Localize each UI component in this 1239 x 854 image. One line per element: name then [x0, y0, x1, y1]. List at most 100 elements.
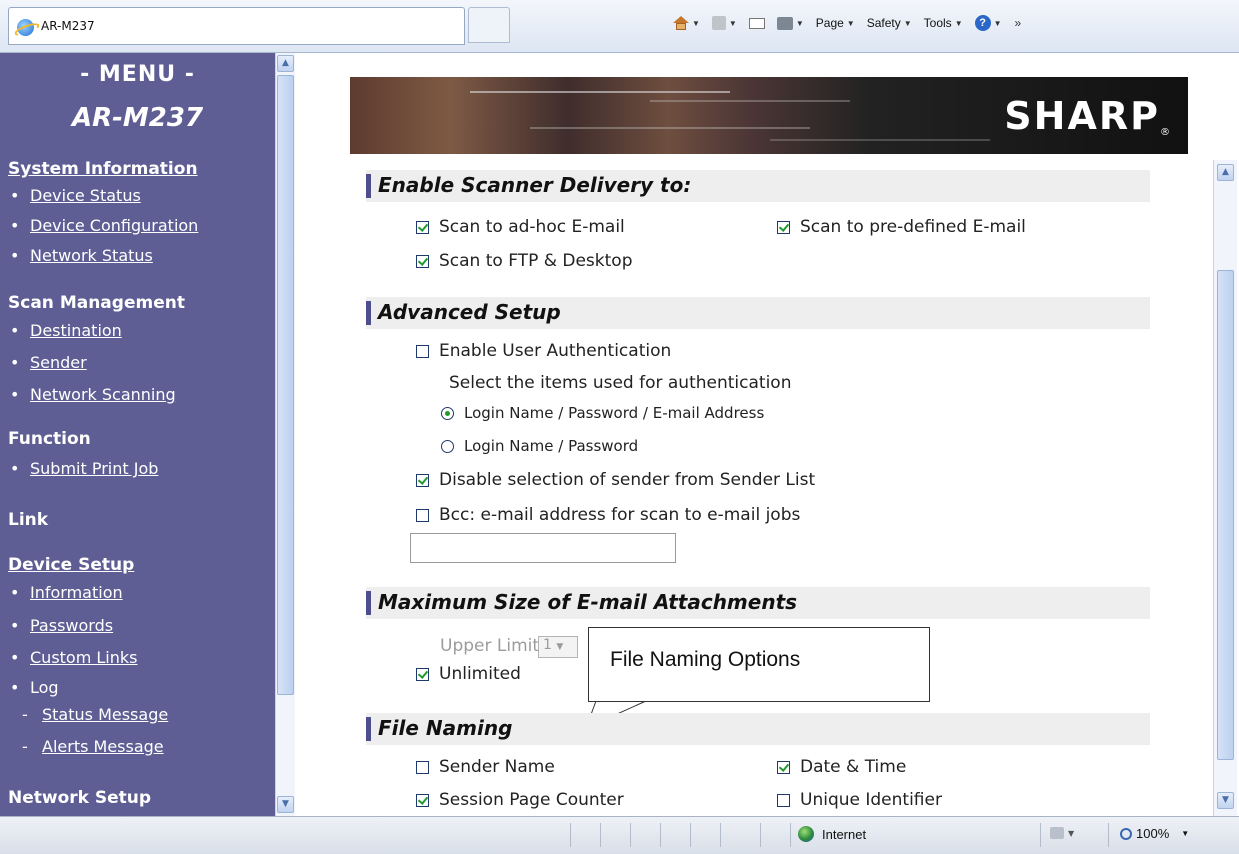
auth-option-2-radio[interactable]: [441, 439, 454, 453]
registered-mark: ®: [1160, 127, 1172, 138]
tools-menu[interactable]: Tools ▼: [921, 14, 966, 32]
upper-limit-select[interactable]: 1 ▼: [538, 636, 578, 658]
browser-tab[interactable]: AR-M237: [8, 7, 465, 45]
main-scrollbar[interactable]: ▲ ▼: [1213, 160, 1237, 816]
unlimited-checkbox[interactable]: [416, 667, 429, 681]
print-button[interactable]: ▼: [774, 15, 807, 32]
sidebar-item-status-message[interactable]: - Status Message: [22, 705, 168, 724]
sidebar-item-label: Information: [30, 583, 123, 602]
scroll-down-icon[interactable]: ▼: [277, 796, 294, 813]
browser-toolbar: AR-M237 ▼ ▼ ▼ Page ▼ Safety ▼ Tools ▼ ? ▼ »: [0, 0, 1239, 53]
sidebar-section-scan-management: Scan Management: [8, 293, 185, 313]
sidebar-section-device-setup[interactable]: Device Setup: [8, 555, 134, 575]
zoom-level-button[interactable]: 100% ▼: [1120, 826, 1189, 841]
sidebar-item-sender[interactable]: • Sender: [10, 353, 87, 372]
sender-name-option[interactable]: Sender Name: [416, 757, 555, 777]
session-page-counter-option[interactable]: Session Page Counter: [416, 790, 624, 810]
protected-mode-button[interactable]: ▼: [1050, 827, 1074, 839]
page-menu[interactable]: Page ▼: [813, 14, 858, 32]
section-header-scanner-delivery: Enable Scanner Delivery to:: [366, 170, 1150, 202]
sidebar-item-label: Log: [30, 678, 59, 697]
user-authentication-option[interactable]: Enable User Authentication: [416, 341, 671, 361]
bcc-email-input[interactable]: [410, 533, 676, 563]
brand-text: SHARP: [1004, 94, 1160, 138]
section-title: File Naming: [378, 716, 513, 740]
sharp-banner: SHARP®: [350, 77, 1188, 154]
sidebar-item-passwords[interactable]: • Passwords: [10, 616, 113, 635]
session-page-counter-checkbox[interactable]: [416, 793, 429, 807]
scan-predefined-email-checkbox[interactable]: [777, 220, 790, 234]
scan-adhoc-email-checkbox[interactable]: [416, 220, 429, 234]
chevron-down-icon: ▼: [556, 642, 564, 652]
bcc-option[interactable]: Bcc: e-mail address for scan to e-mail j…: [416, 505, 800, 525]
sidebar-item-network-scanning[interactable]: • Network Scanning: [10, 385, 176, 404]
scroll-up-icon[interactable]: ▲: [1217, 164, 1234, 181]
tools-menu-label: Tools: [923, 16, 952, 30]
sidebar-section-function: Function: [8, 429, 91, 449]
security-zone[interactable]: Internet: [798, 826, 866, 842]
sidebar-item-label: Device Status: [30, 186, 141, 205]
scan-predefined-email-option[interactable]: Scan to pre-defined E-mail: [777, 217, 1026, 237]
toolbar-overflow-button[interactable]: »: [1015, 16, 1022, 30]
auth-option-name-password[interactable]: Login Name / Password: [441, 437, 638, 455]
sender-name-checkbox[interactable]: [416, 760, 429, 774]
sidebar-item-destination[interactable]: • Destination: [10, 321, 122, 340]
callout-text: File Naming Options: [610, 648, 801, 671]
sidebar-item-custom-links[interactable]: • Custom Links: [10, 648, 137, 667]
option-label: Scan to ad-hoc E-mail: [439, 217, 625, 237]
scroll-down-icon[interactable]: ▼: [1217, 792, 1234, 809]
globe-icon: [798, 826, 814, 842]
sidebar-item-alerts-message[interactable]: - Alerts Message: [22, 737, 164, 756]
safety-menu[interactable]: Safety ▼: [864, 14, 915, 32]
option-label: Sender Name: [439, 757, 555, 777]
upper-limit-value: 1: [543, 637, 552, 653]
scroll-up-icon[interactable]: ▲: [277, 55, 294, 72]
sidebar-item-device-configuration[interactable]: • Device Configuration: [10, 216, 198, 235]
unlimited-option[interactable]: Unlimited: [416, 664, 521, 684]
chevron-down-icon: ▼: [795, 18, 804, 28]
disable-sender-option[interactable]: Disable selection of sender from Sender …: [416, 470, 815, 490]
page-menu-label: Page: [815, 16, 844, 30]
section-title: Advanced Setup: [378, 300, 561, 324]
sidebar-item-label: Destination: [30, 321, 122, 340]
auth-option-name-password-email[interactable]: Login Name / Password / E-mail Address: [441, 404, 764, 422]
menu-title: - MENU -: [80, 62, 195, 87]
bcc-checkbox[interactable]: [416, 508, 429, 522]
scan-ftp-desktop-checkbox[interactable]: [416, 254, 429, 268]
protected-mode-icon: [1050, 827, 1064, 839]
chevron-down-icon: ▼: [692, 18, 700, 28]
auth-option-1-radio[interactable]: [441, 406, 454, 420]
sidebar-item-submit-print-job[interactable]: • Submit Print Job: [10, 459, 158, 478]
scan-ftp-desktop-option[interactable]: Scan to FTP & Desktop: [416, 251, 633, 271]
zoom-value: 100%: [1136, 826, 1170, 841]
new-tab-button[interactable]: [468, 7, 510, 43]
scan-adhoc-email-option[interactable]: Scan to ad-hoc E-mail: [416, 217, 625, 237]
chevron-down-icon: ▼: [1181, 829, 1190, 838]
unique-identifier-option[interactable]: Unique Identifier: [777, 790, 942, 810]
sidebar-item-network-status[interactable]: • Network Status: [10, 246, 153, 265]
main-scroll-thumb[interactable]: [1217, 270, 1234, 760]
disable-sender-checkbox[interactable]: [416, 473, 429, 487]
feeds-button[interactable]: ▼: [709, 14, 740, 32]
read-mail-button[interactable]: [746, 16, 768, 31]
chevron-down-icon: ▼: [728, 18, 737, 28]
sidebar-item-label: Status Message: [42, 705, 169, 724]
chevron-down-icon: ▼: [954, 18, 963, 28]
home-button[interactable]: ▼: [670, 14, 703, 32]
sidebar-item-label: Alerts Message: [42, 737, 164, 756]
option-label: Unique Identifier: [800, 790, 942, 810]
sidebar-item-label: Network Scanning: [30, 385, 176, 404]
unique-identifier-checkbox[interactable]: [777, 793, 790, 807]
date-time-checkbox[interactable]: [777, 760, 790, 774]
help-menu[interactable]: ? ▼: [972, 13, 1005, 33]
user-authentication-checkbox[interactable]: [416, 344, 429, 358]
ie-logo-icon: [17, 19, 34, 36]
sidebar-scroll-thumb[interactable]: [277, 75, 294, 695]
sidebar-section-system-information[interactable]: System Information: [8, 159, 198, 179]
sidebar-scrollbar[interactable]: ▲ ▼: [275, 53, 295, 816]
date-time-option[interactable]: Date & Time: [777, 757, 906, 777]
sidebar-item-information[interactable]: • Information: [10, 583, 123, 602]
option-label: Date & Time: [800, 757, 907, 777]
sidebar-item-device-status[interactable]: • Device Status: [10, 186, 141, 205]
option-label: Login Name / Password: [464, 437, 639, 455]
